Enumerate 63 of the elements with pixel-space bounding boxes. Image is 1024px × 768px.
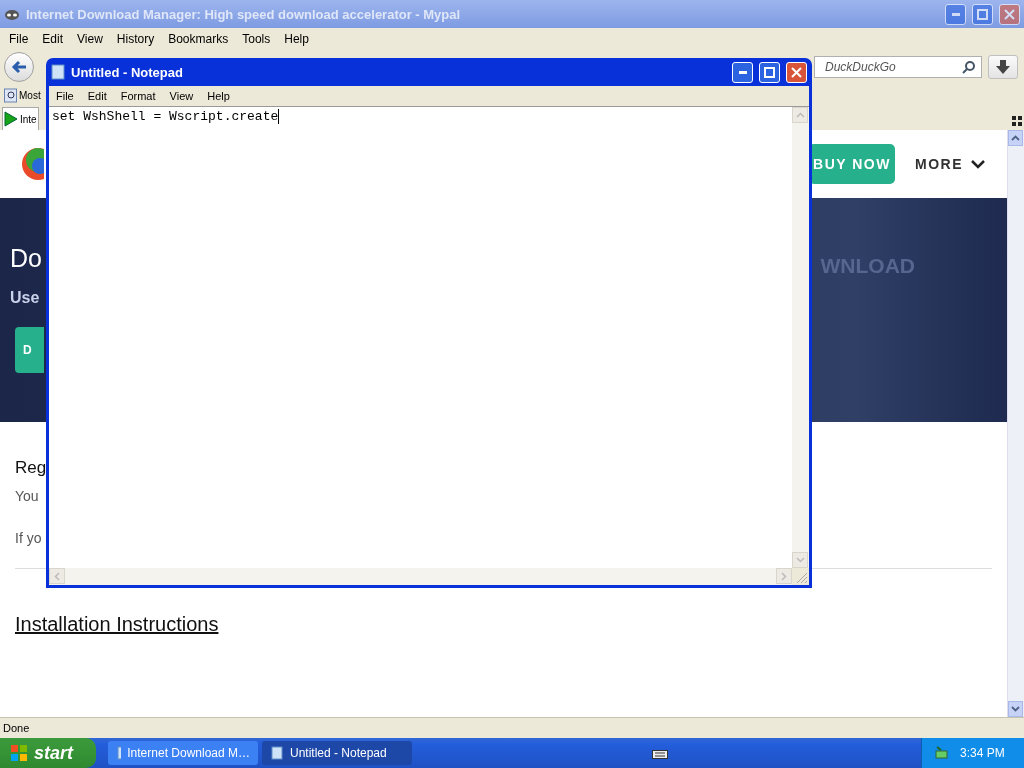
menu-item[interactable]: File [49,90,81,102]
more-menu[interactable]: MORE [915,156,985,172]
network-icon[interactable] [934,745,950,761]
down-arrow-icon [996,60,1010,74]
paragraph-text: If yo [15,530,42,546]
section-heading: Reg [15,458,47,478]
text-cursor [278,109,280,124]
menu-item[interactable]: File [2,32,36,46]
hero-subheading: Use [10,289,40,307]
chevron-up-icon [1011,135,1020,141]
chevron-down-icon [795,557,805,563]
windows-logo-icon [10,744,28,762]
notepad-icon [51,64,65,80]
chevron-left-icon [54,571,60,581]
chevron-right-icon [781,571,787,581]
back-button[interactable] [4,52,34,82]
menu-item[interactable]: View [162,90,201,102]
menu-item[interactable]: Edit [80,90,114,102]
close-button[interactable] [786,61,807,83]
resize-grip-icon[interactable] [792,568,809,585]
menu-item[interactable]: Format [113,90,163,102]
menu-item[interactable]: Tools [235,32,278,46]
window-title: Internet Download Manager: High speed download accelerator - Mypal [26,6,462,22]
browser-tab[interactable]: Inte [2,107,39,130]
taskbar-button[interactable]: Internet Download M… [108,741,258,765]
menu-item[interactable]: Bookmarks [161,32,236,46]
menu-item[interactable]: Help [277,32,316,46]
clock: 3:34 PM [960,746,1005,760]
back-arrow-icon [11,60,27,74]
chevron-up-icon [795,112,805,118]
installation-link[interactable]: Installation Instructions [15,613,219,636]
maximize-button[interactable] [759,61,780,83]
close-icon [1004,8,1015,20]
window-title: Untitled - Notepad [71,64,184,80]
menu-item[interactable]: Help [200,90,237,102]
chevron-down-icon [971,159,985,169]
scroll-down-button[interactable] [1008,701,1023,717]
hero-heading: Do [10,244,42,273]
minimize-button[interactable] [732,61,753,83]
restore-button[interactable] [972,3,993,25]
restore-icon [977,8,988,20]
bookmark-icon [4,87,17,103]
keyboard-icon[interactable] [651,747,668,759]
chevron-down-icon [1011,706,1020,712]
download-button[interactable] [988,55,1018,79]
search-icon[interactable] [962,60,976,74]
minimize-icon [951,12,960,16]
menu-item[interactable]: History [109,32,162,46]
search-field[interactable]: DuckDuckGo [814,56,982,78]
start-button[interactable]: start [0,738,96,768]
scrollbar[interactable] [1007,130,1024,717]
grid-icon[interactable] [1012,116,1022,126]
menu-item[interactable]: Edit [35,32,71,46]
maximize-icon [764,66,775,78]
play-icon [4,111,18,127]
bookmark-item[interactable]: Most [4,87,41,103]
close-icon [791,66,802,78]
minimize-icon [738,70,747,74]
paragraph-text: You [15,488,39,504]
status-text: Done [3,722,30,734]
menu-item[interactable]: View [70,32,110,46]
taskbar-button[interactable]: Untitled - Notepad [262,741,412,765]
scroll-up-button[interactable] [1008,130,1023,146]
